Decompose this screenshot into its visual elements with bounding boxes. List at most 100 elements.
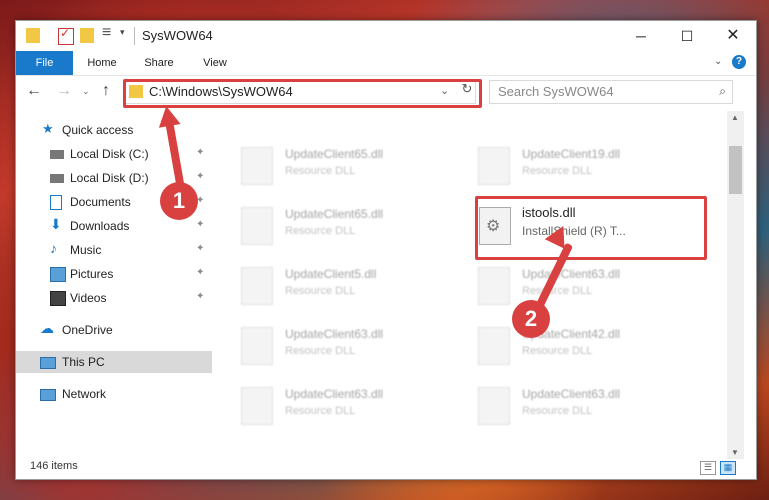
title-separator xyxy=(134,27,135,45)
sidebar-item-network[interactable]: Network xyxy=(16,383,212,405)
properties-check-icon[interactable] xyxy=(58,26,74,45)
status-bar: 146 items ☰ ▦ xyxy=(16,459,756,479)
file-type: Resource DLL xyxy=(522,345,593,357)
file-name: UpdateClient63.dll xyxy=(285,387,384,401)
dll-file-icon xyxy=(241,147,273,185)
sidebar-item-label: Documents xyxy=(70,195,131,209)
minimize-button[interactable]: ─ xyxy=(618,21,664,51)
list-item[interactable]: UpdateClient63.dll Resource DLL xyxy=(213,381,423,427)
star-icon: ★ xyxy=(42,121,54,136)
file-type: Resource DLL xyxy=(285,165,356,177)
file-name: UpdateClient63.dll xyxy=(522,267,621,281)
window-title: SysWOW64 xyxy=(142,28,213,43)
maximize-button[interactable]: ☐ xyxy=(664,21,710,51)
sidebar-item-label: Videos xyxy=(70,291,107,305)
file-name: UpdateClient65.dll xyxy=(285,147,384,161)
file-name: UpdateClient63.dll xyxy=(285,327,384,341)
list-item[interactable]: UpdateClient5.dll Resource DLL xyxy=(213,261,423,307)
ribbon-expand-icon[interactable]: ⌄ xyxy=(714,56,722,67)
download-icon: ⬇ xyxy=(50,216,62,232)
network-icon xyxy=(40,389,56,401)
sidebar-item-label: Local Disk (D:) xyxy=(70,171,149,185)
dll-file-icon xyxy=(478,267,510,305)
sidebar-item-label: This PC xyxy=(62,355,105,369)
sidebar-item-this-pc[interactable]: This PC xyxy=(16,351,212,373)
scroll-up-icon[interactable]: ▲ xyxy=(731,113,739,122)
search-input[interactable]: Search SysWOW64 ⌕ xyxy=(489,80,733,104)
file-type: Resource DLL xyxy=(285,405,356,417)
file-type: Resource DLL xyxy=(522,405,593,417)
sidebar-item-videos[interactable]: Videos ✦ xyxy=(16,287,212,309)
dll-file-icon xyxy=(478,387,510,425)
sidebar-item-label: Network xyxy=(62,387,107,401)
tab-share[interactable]: Share xyxy=(131,51,187,75)
file-type: Resource DLL xyxy=(285,225,356,237)
pin-icon[interactable]: ✦ xyxy=(196,171,204,182)
list-item[interactable]: UpdateClient42.dll Resource DLL xyxy=(450,321,660,367)
drive-icon xyxy=(50,174,64,183)
list-item[interactable]: UpdateClient63.dll Resource DLL xyxy=(450,381,660,427)
sidebar-item-label: Pictures xyxy=(70,267,114,281)
list-item[interactable]: UpdateClient65.dll Resource DLL xyxy=(213,201,423,247)
file-explorer-window: ▾ SysWOW64 ─ ☐ ✕ File Home Share View ⌄ … xyxy=(15,20,757,480)
list-item[interactable]: UpdateClient19.dll Resource DLL xyxy=(450,141,660,187)
tab-view[interactable]: View xyxy=(190,51,240,75)
file-name: UpdateClient63.dll xyxy=(522,387,621,401)
sidebar-item-pictures[interactable]: Pictures ✦ xyxy=(16,263,212,285)
annotation-badge-1: 1 xyxy=(160,182,198,220)
sidebar-item-onedrive[interactable]: ☁ OneDrive xyxy=(16,319,212,341)
quick-access-dropdown-icon[interactable]: ▾ xyxy=(120,27,125,38)
sidebar-item-label: OneDrive xyxy=(62,323,113,337)
dll-file-icon xyxy=(478,327,510,365)
forward-icon[interactable]: → xyxy=(56,82,72,100)
pin-icon[interactable]: ✦ xyxy=(196,147,204,158)
close-button[interactable]: ✕ xyxy=(710,21,756,51)
new-folder-icon[interactable] xyxy=(80,28,94,43)
dll-file-icon xyxy=(241,267,273,305)
scroll-thumb[interactable] xyxy=(729,146,742,194)
sidebar-item-label: Music xyxy=(70,243,102,257)
search-icon[interactable]: ⌕ xyxy=(719,84,726,99)
dll-file-icon xyxy=(478,147,510,185)
up-icon[interactable]: ↑ xyxy=(102,82,110,100)
file-name: UpdateClient19.dll xyxy=(522,147,621,161)
search-placeholder: Search SysWOW64 xyxy=(498,84,614,99)
ribbon-tabs: File Home Share View ⌄ ? xyxy=(16,51,756,76)
drive-icon xyxy=(50,150,64,159)
help-icon[interactable]: ? xyxy=(732,55,746,69)
recent-locations-icon[interactable]: ⌄ xyxy=(82,86,90,97)
folder-icon[interactable] xyxy=(26,28,40,43)
file-type: Resource DLL xyxy=(285,345,356,357)
dll-file-icon xyxy=(241,207,273,245)
sidebar-item-label: Local Disk (C:) xyxy=(70,147,149,161)
pc-icon xyxy=(40,357,56,369)
pictures-icon xyxy=(50,267,66,282)
list-item[interactable]: UpdateClient65.dll Resource DLL xyxy=(213,141,423,187)
details-view-icon[interactable]: ☰ xyxy=(700,461,716,475)
list-item[interactable]: UpdateClient63.dll Resource DLL xyxy=(213,321,423,367)
sidebar-item-music[interactable]: ♪ Music ✦ xyxy=(16,239,212,261)
back-icon[interactable]: ← xyxy=(26,82,42,100)
item-count: 146 items xyxy=(30,460,78,472)
file-type: Resource DLL xyxy=(285,285,356,297)
view-options-icon[interactable] xyxy=(102,24,118,43)
pin-icon[interactable]: ✦ xyxy=(196,243,204,254)
sidebar-item-quick-access[interactable]: ★ Quick access xyxy=(16,119,212,141)
pin-icon[interactable]: ✦ xyxy=(196,267,204,278)
file-list: UpdateClient65.dll Resource DLL UpdateCl… xyxy=(213,111,727,459)
sidebar-item-local-disk-c[interactable]: Local Disk (C:) ✦ xyxy=(16,143,212,165)
pin-icon[interactable]: ✦ xyxy=(196,291,204,302)
tab-home[interactable]: Home xyxy=(76,51,128,75)
file-type: Resource DLL xyxy=(522,285,593,297)
cloud-icon: ☁ xyxy=(40,320,54,336)
pin-icon[interactable]: ✦ xyxy=(196,219,204,230)
target-highlight-box xyxy=(475,196,707,260)
videos-icon xyxy=(50,291,66,306)
vertical-scrollbar[interactable]: ▲ ▼ xyxy=(727,111,744,459)
tab-file[interactable]: File xyxy=(16,51,73,75)
navigation-bar: ← → ⌄ ↑ C:\Windows\SysWOW64 ⌄ ↻ Search S… xyxy=(16,76,756,110)
scroll-down-icon[interactable]: ▼ xyxy=(731,448,739,457)
navigation-pane: ★ Quick access Local Disk (C:) ✦ Local D… xyxy=(16,111,212,459)
tiles-view-icon[interactable]: ▦ xyxy=(720,461,736,475)
dll-file-icon xyxy=(241,327,273,365)
